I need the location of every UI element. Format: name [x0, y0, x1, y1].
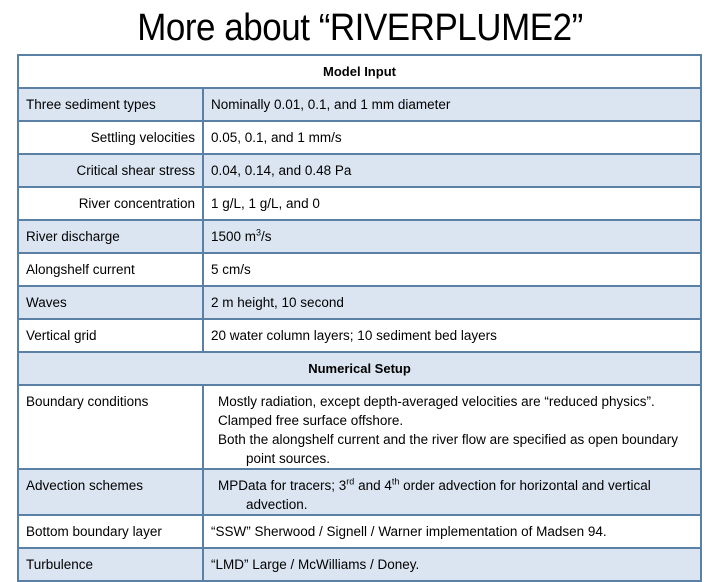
table-row: Advection schemes MPData for tracers; 3r…: [17, 468, 702, 516]
row-label: Alongshelf current: [17, 252, 204, 287]
row-label: River concentration: [17, 186, 204, 221]
row-value: MPData for tracers; 3rd and 4th order ad…: [202, 468, 702, 516]
value-text: and 4: [354, 478, 392, 493]
row-value: 20 water column layers; 10 sediment bed …: [202, 318, 702, 353]
value-text: /s: [261, 229, 272, 244]
row-value: 0.05, 0.1, and 1 mm/s: [202, 120, 702, 155]
value-text: 1500 m: [211, 229, 257, 244]
table-row: Bottom boundary layer “SSW” Sherwood / S…: [17, 514, 702, 549]
row-value: 1500 m3/s: [202, 219, 702, 254]
row-label: Bottom boundary layer: [17, 514, 204, 549]
row-label: Settling velocities: [17, 120, 204, 155]
row-value: 0.04, 0.14, and 0.48 Pa: [202, 153, 702, 188]
row-label: River discharge: [17, 219, 204, 254]
row-value: 2 m height, 10 second: [202, 285, 702, 320]
section-header-numerical-setup: Numerical Setup: [17, 351, 702, 386]
table-row: Turbulence “LMD” Large / McWilliams / Do…: [17, 547, 702, 582]
row-label: Advection schemes: [17, 468, 204, 516]
row-label: Waves: [17, 285, 204, 320]
row-value: “LMD” Large / McWilliams / Doney.: [202, 547, 702, 582]
row-value: Nominally 0.01, 0.1, and 1 mm diameter: [202, 87, 702, 122]
table-row: Waves 2 m height, 10 second: [17, 285, 702, 320]
value-line: MPData for tracers; 3rd and 4th order ad…: [211, 476, 693, 514]
row-label: Boundary conditions: [17, 384, 204, 470]
table-row: Alongshelf current 5 cm/s: [17, 252, 702, 287]
row-value: “SSW” Sherwood / Signell / Warner implem…: [202, 514, 702, 549]
parameters-table: Model Input Three sediment types Nominal…: [17, 54, 702, 582]
row-value: 5 cm/s: [202, 252, 702, 287]
row-value: 1 g/L, 1 g/L, and 0: [202, 186, 702, 221]
row-label: Turbulence: [17, 547, 204, 582]
table-row: Settling velocities 0.05, 0.1, and 1 mm/…: [17, 120, 702, 155]
row-label: Three sediment types: [17, 87, 204, 122]
value-line: Clamped free surface offshore.: [218, 413, 404, 428]
value-line: Mostly radiation, except depth-averaged …: [218, 394, 655, 409]
row-label: Critical shear stress: [17, 153, 204, 188]
table-row: Boundary conditions Mostly radiation, ex…: [17, 384, 702, 470]
table-row: Three sediment types Nominally 0.01, 0.1…: [17, 87, 702, 122]
section-title: Numerical Setup: [17, 351, 702, 386]
section-title: Model Input: [17, 54, 702, 89]
section-header-model-input: Model Input: [17, 54, 702, 89]
value-text: MPData for tracers; 3: [218, 478, 347, 493]
row-label: Vertical grid: [17, 318, 204, 353]
table-row: Vertical grid 20 water column layers; 10…: [17, 318, 702, 353]
table-row: River concentration 1 g/L, 1 g/L, and 0: [17, 186, 702, 221]
table-row: River discharge 1500 m3/s: [17, 219, 702, 254]
row-value: Mostly radiation, except depth-averaged …: [202, 384, 702, 470]
slide-title: More about “RIVERPLUME2”: [137, 7, 583, 49]
value-line: Both the alongshelf current and the rive…: [218, 432, 679, 466]
table-row: Critical shear stress 0.04, 0.14, and 0.…: [17, 153, 702, 188]
